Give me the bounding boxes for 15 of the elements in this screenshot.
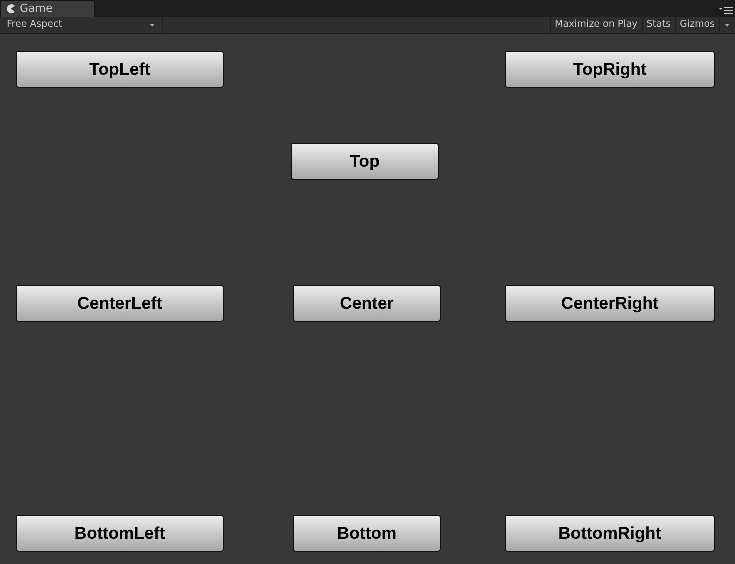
menu-icon[interactable]: [719, 6, 733, 14]
game-button[interactable]: TopLeft: [16, 51, 224, 88]
game-button[interactable]: Center: [293, 285, 441, 322]
pacman-icon: [6, 4, 16, 14]
game-button[interactable]: TopRight: [505, 51, 715, 88]
game-button[interactable]: Bottom: [293, 515, 441, 552]
game-button[interactable]: Top: [291, 143, 439, 180]
caret-icon: [150, 24, 155, 26]
game-button[interactable]: CenterRight: [505, 285, 715, 322]
caret-icon: [725, 24, 730, 26]
game-button[interactable]: BottomLeft: [16, 515, 224, 552]
game-button[interactable]: BottomRight: [505, 515, 715, 552]
game-button[interactable]: CenterLeft: [16, 285, 224, 322]
game-tab[interactable]: Game: [0, 0, 95, 17]
aspect-dropdown[interactable]: Free Aspect: [0, 17, 163, 33]
